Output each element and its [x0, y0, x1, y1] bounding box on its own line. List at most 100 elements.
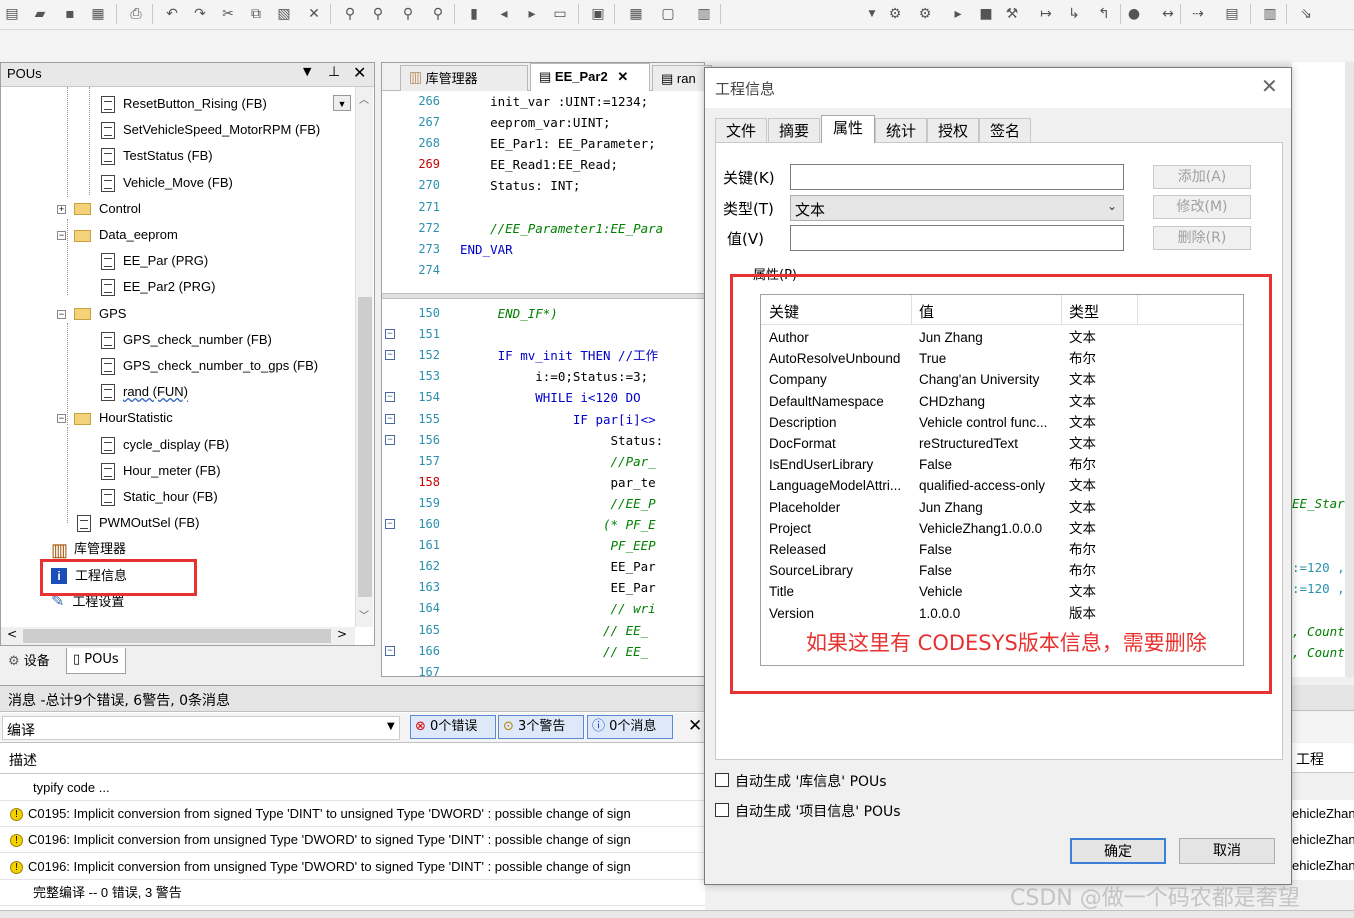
scroll-thumb[interactable]	[358, 297, 372, 597]
auto-lib-info-checkbox[interactable]	[715, 773, 729, 787]
breakpoint-icon[interactable]: ●	[1124, 4, 1144, 24]
run-icon[interactable]: ▸	[948, 4, 968, 24]
view-icon[interactable]: ▣	[588, 4, 608, 24]
delete-button[interactable]: 删除(R)	[1153, 226, 1251, 250]
tree-item[interactable]: Hour_meter (FB)	[101, 458, 221, 484]
tree-vertical-scrollbar[interactable]: ︿ ﹀	[355, 87, 373, 627]
tree-horizontal-scrollbar[interactable]: < >	[1, 627, 355, 645]
code-line[interactable]: 158 par_te	[382, 472, 704, 493]
scroll-right-icon[interactable]: >	[337, 627, 347, 641]
code-line[interactable]: 157 //Par_	[382, 451, 704, 472]
step-out-icon[interactable]: ↰	[1094, 4, 1114, 24]
tree-item[interactable]: cycle_display (FB)	[101, 432, 229, 458]
code-line[interactable]: 156 Status: −	[382, 430, 704, 451]
code-line[interactable]: 274	[382, 260, 704, 281]
tree-folder[interactable]: − HourStatistic	[57, 405, 173, 431]
print-icon[interactable]: ⎙	[126, 4, 146, 24]
errors-filter-button[interactable]: ⊗ 0个错误	[410, 715, 496, 739]
delete-icon[interactable]: ✕	[304, 4, 324, 24]
warnings-filter-button[interactable]: ⊙ 3个警告	[498, 715, 584, 739]
collapse-toggle-icon[interactable]: −	[385, 519, 395, 529]
tab-file[interactable]: 文件	[715, 118, 767, 142]
tab-library-manager[interactable]: ▥ 库管理器	[400, 65, 528, 91]
tree-folder[interactable]: − Data_eeprom	[57, 222, 178, 248]
close-tab-icon[interactable]: ✕	[617, 69, 628, 84]
tab-devices[interactable]: ⚙ 设备	[2, 650, 56, 674]
close-icon[interactable]: ✕	[1261, 74, 1278, 98]
binoculars-icon[interactable]: ⚲	[398, 4, 418, 24]
message-row[interactable]: ! C0196: Implicit conversion from unsigne…	[0, 827, 705, 854]
code-line[interactable]: 270 Status: INT;	[382, 175, 704, 196]
code-line[interactable]: 164 // wri	[382, 598, 704, 619]
auto-proj-info-checkbox[interactable]	[715, 803, 729, 817]
collapse-toggle-icon[interactable]: −	[385, 350, 395, 361]
message-row[interactable]: 完整编译 -- 0 错误, 3 警告	[0, 880, 705, 906]
expand-toggle-icon[interactable]: −	[57, 231, 66, 241]
tree-item[interactable]: EE_Par2 (PRG)	[101, 274, 215, 300]
reset-icon[interactable]: ⚒	[1002, 4, 1022, 24]
tab-ee-par2[interactable]: ▤ EE_Par2 ✕	[530, 63, 650, 91]
modify-button[interactable]: 修改(M)	[1153, 195, 1251, 219]
monitor-icon[interactable]: ▤	[1222, 4, 1242, 24]
tree-item[interactable]: SetVehicleSpeed_MotorRPM (FB)	[101, 117, 320, 143]
code-line[interactable]: 167	[382, 662, 704, 677]
bin-icon[interactable]: ▥	[694, 4, 714, 24]
redo-icon[interactable]: ↷	[190, 4, 210, 24]
pane-splitter[interactable]	[382, 293, 704, 299]
code-line[interactable]: 267 eeprom_var:UINT;	[382, 112, 704, 133]
save-icon[interactable]: ▪	[60, 4, 80, 24]
code-line[interactable]: 154 WHILE i<120 DO −	[382, 387, 704, 408]
expand-toggle-icon[interactable]: +	[57, 204, 66, 214]
stop-icon[interactable]: ■	[976, 4, 996, 24]
scroll-down-icon[interactable]: ﹀	[359, 607, 369, 622]
code-line[interactable]: 166 // EE_ −	[382, 641, 704, 662]
tree-folder[interactable]: + Control	[57, 196, 141, 222]
collapse-toggle-icon[interactable]: −	[385, 392, 395, 403]
collapse-toggle-icon[interactable]: −	[385, 413, 395, 424]
tree-item[interactable]: rand (FUN)	[101, 379, 188, 405]
ok-button[interactable]: 确定	[1070, 838, 1166, 864]
close-icon[interactable]: ✕	[353, 63, 366, 82]
pin-icon[interactable]: ⊥	[328, 64, 340, 80]
editor-vertical-scrollbar[interactable]	[1345, 62, 1354, 677]
key-input[interactable]	[790, 164, 1124, 190]
toggle-icon[interactable]: ↔	[1158, 4, 1178, 24]
clear-messages-icon[interactable]: ✕	[688, 716, 702, 736]
step-over-icon[interactable]: ↦	[1036, 4, 1056, 24]
code-line[interactable]: 161 PF_EEP	[382, 535, 704, 556]
code-line[interactable]: 266 init_var :UINT:=1234;	[382, 91, 704, 112]
code-line[interactable]: 155 IF par[i]<> −	[382, 409, 704, 430]
code-line[interactable]: 160 (* PF_E −	[382, 514, 704, 535]
code-line[interactable]: 272 //EE_Parameter1:EE_Para	[382, 218, 704, 239]
scroll-left-icon[interactable]: <	[7, 627, 17, 641]
tree-item[interactable]: TestStatus (FB)	[101, 143, 213, 169]
expand-toggle-icon[interactable]: −	[57, 309, 66, 319]
collapse-toggle-icon[interactable]: −	[385, 645, 395, 656]
tree-item[interactable]: Static_hour (FB)	[101, 484, 218, 510]
message-row[interactable]: typify code ...	[0, 775, 705, 801]
code-line[interactable]: 162 EE_Par	[382, 556, 704, 577]
tab-statistics[interactable]: 统计	[875, 118, 927, 142]
expand-toggle-icon[interactable]: −	[57, 414, 66, 424]
grid-icon[interactable]: ▦	[626, 4, 646, 24]
tab-license[interactable]: 授权	[927, 118, 979, 142]
tab-properties[interactable]: 属性	[821, 115, 875, 143]
tree-item[interactable]: GPS_check_number_to_gps (FB)	[101, 353, 318, 379]
tree-item[interactable]: GPS_check_number (FB)	[101, 327, 272, 353]
code-line[interactable]: 269 EE_Read1:EE_Read;	[382, 154, 704, 175]
save-all-icon[interactable]: ▦	[88, 4, 108, 24]
find-in-files-icon[interactable]: ⚲	[428, 4, 448, 24]
code-line[interactable]: 271	[382, 197, 704, 218]
collapse-toggle-icon[interactable]: −	[385, 329, 395, 340]
code-line[interactable]: 150 END_IF*)	[382, 303, 704, 324]
tab-rand[interactable]: ▤ ran	[652, 65, 712, 91]
panel-dropdown-icon[interactable]: ▼	[303, 65, 311, 78]
code-line[interactable]: 165 // EE_	[382, 620, 704, 641]
tree-item[interactable]: ResetButton_Rising (FB) ▼	[101, 91, 351, 117]
code-line[interactable]: 152 IF mv_init THEN //工作 −	[382, 345, 704, 366]
h-scroll-thumb[interactable]	[23, 629, 331, 643]
implementation-pane[interactable]: 150 END_IF*) 151−152 IF mv_init THEN //工作…	[382, 303, 704, 677]
code-line[interactable]: 159 //EE_P	[382, 493, 704, 514]
tree-item[interactable]: Vehicle_Move (FB)	[101, 170, 233, 196]
new-window-icon[interactable]: ▢	[658, 4, 678, 24]
